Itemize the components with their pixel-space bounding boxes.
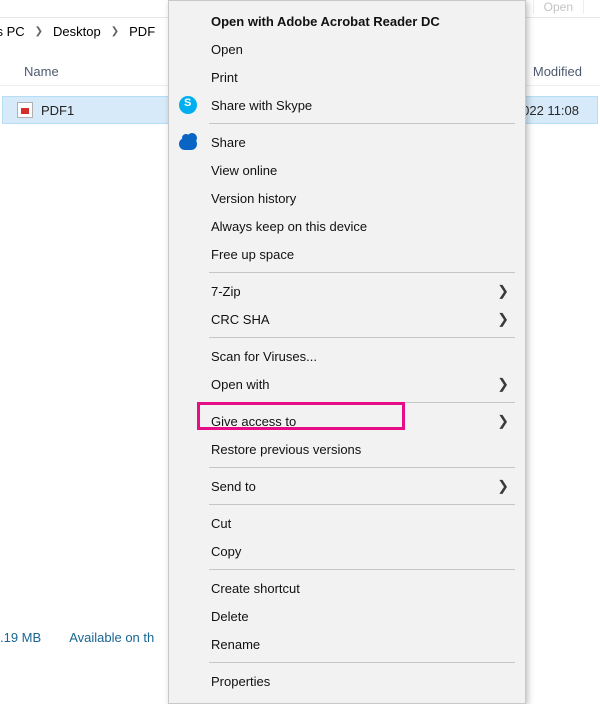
- open-button-label: Open: [544, 0, 573, 14]
- column-name[interactable]: Name: [0, 64, 150, 79]
- menu-separator: [209, 504, 515, 505]
- menu-share-skype[interactable]: Share with Skype: [169, 91, 525, 119]
- menu-item-label: Open with: [211, 377, 270, 392]
- menu-item-label: Send to: [211, 479, 256, 494]
- menu-open[interactable]: Open: [169, 35, 525, 63]
- menu-item-label: Free up space: [211, 247, 294, 262]
- menu-separator: [209, 402, 515, 403]
- menu-item-label: Open with Adobe Acrobat Reader DC: [211, 14, 440, 29]
- breadcrumb-seg[interactable]: PDF: [129, 24, 155, 39]
- menu-crc-sha[interactable]: CRC SHA ❯: [169, 305, 525, 333]
- menu-item-label: 7-Zip: [211, 284, 241, 299]
- menu-7zip[interactable]: 7-Zip ❯: [169, 277, 525, 305]
- menu-item-label: Open: [211, 42, 243, 57]
- menu-print[interactable]: Print: [169, 63, 525, 91]
- menu-restore-prev[interactable]: Restore previous versions: [169, 435, 525, 463]
- column-modified[interactable]: Modified: [533, 64, 582, 79]
- menu-item-label: Scan for Viruses...: [211, 349, 317, 364]
- menu-free-up-space[interactable]: Free up space: [169, 240, 525, 268]
- menu-item-label: Give access to: [211, 414, 296, 429]
- menu-item-label: Properties: [211, 674, 270, 689]
- menu-separator: [209, 123, 515, 124]
- menu-item-label: Share with Skype: [211, 98, 312, 113]
- menu-item-label: Rename: [211, 637, 260, 652]
- menu-scan-viruses[interactable]: Scan for Viruses...: [169, 342, 525, 370]
- chevron-right-icon: ❯: [29, 26, 49, 37]
- menu-always-keep[interactable]: Always keep on this device: [169, 212, 525, 240]
- context-menu: Open with Adobe Acrobat Reader DC Open P…: [168, 0, 526, 704]
- menu-open-adobe[interactable]: Open with Adobe Acrobat Reader DC: [169, 7, 525, 35]
- menu-view-online[interactable]: View online: [169, 156, 525, 184]
- open-button[interactable]: Open: [533, 0, 584, 14]
- chevron-right-icon: ❯: [497, 413, 509, 430]
- menu-item-label: CRC SHA: [211, 312, 270, 327]
- breadcrumb-seg[interactable]: 's PC: [0, 24, 25, 39]
- chevron-right-icon: ❯: [105, 26, 125, 37]
- menu-item-label: Create shortcut: [211, 581, 300, 596]
- menu-create-shortcut[interactable]: Create shortcut: [169, 574, 525, 602]
- pdf-file-icon: [17, 102, 33, 118]
- menu-item-label: Version history: [211, 191, 296, 206]
- menu-item-label: Cut: [211, 516, 231, 531]
- menu-properties[interactable]: Properties: [169, 667, 525, 695]
- status-availability: Available on th: [69, 630, 154, 645]
- menu-item-label: Print: [211, 70, 238, 85]
- menu-separator: [209, 272, 515, 273]
- menu-item-label: Copy: [211, 544, 241, 559]
- menu-item-label: Always keep on this device: [211, 219, 367, 234]
- menu-share[interactable]: Share: [169, 128, 525, 156]
- menu-rename[interactable]: Rename: [169, 630, 525, 658]
- chevron-right-icon: ❯: [497, 311, 509, 328]
- menu-item-label: Share: [211, 135, 246, 150]
- menu-send-to[interactable]: Send to ❯: [169, 472, 525, 500]
- menu-give-access[interactable]: Give access to ❯: [169, 407, 525, 435]
- chevron-right-icon: ❯: [497, 478, 509, 495]
- menu-open-with[interactable]: Open with ❯: [169, 370, 525, 398]
- menu-delete[interactable]: Delete: [169, 602, 525, 630]
- file-modified: 022 11:08: [522, 103, 579, 118]
- chevron-right-icon: ❯: [497, 376, 509, 393]
- menu-item-label: Delete: [211, 609, 249, 624]
- menu-separator: [209, 467, 515, 468]
- menu-cut[interactable]: Cut: [169, 509, 525, 537]
- menu-version-history[interactable]: Version history: [169, 184, 525, 212]
- menu-separator: [209, 662, 515, 663]
- file-name: PDF1: [41, 103, 74, 118]
- chevron-right-icon: ❯: [497, 283, 509, 300]
- menu-separator: [209, 569, 515, 570]
- menu-item-label: View online: [211, 163, 277, 178]
- breadcrumb: 's PC ❯ Desktop ❯ PDF: [0, 24, 155, 39]
- skype-icon: [179, 96, 197, 114]
- menu-copy[interactable]: Copy: [169, 537, 525, 565]
- breadcrumb-seg[interactable]: Desktop: [53, 24, 101, 39]
- menu-separator: [209, 337, 515, 338]
- status-size: .19 MB: [0, 630, 41, 645]
- menu-item-label: Restore previous versions: [211, 442, 361, 457]
- onedrive-cloud-icon: [179, 133, 197, 151]
